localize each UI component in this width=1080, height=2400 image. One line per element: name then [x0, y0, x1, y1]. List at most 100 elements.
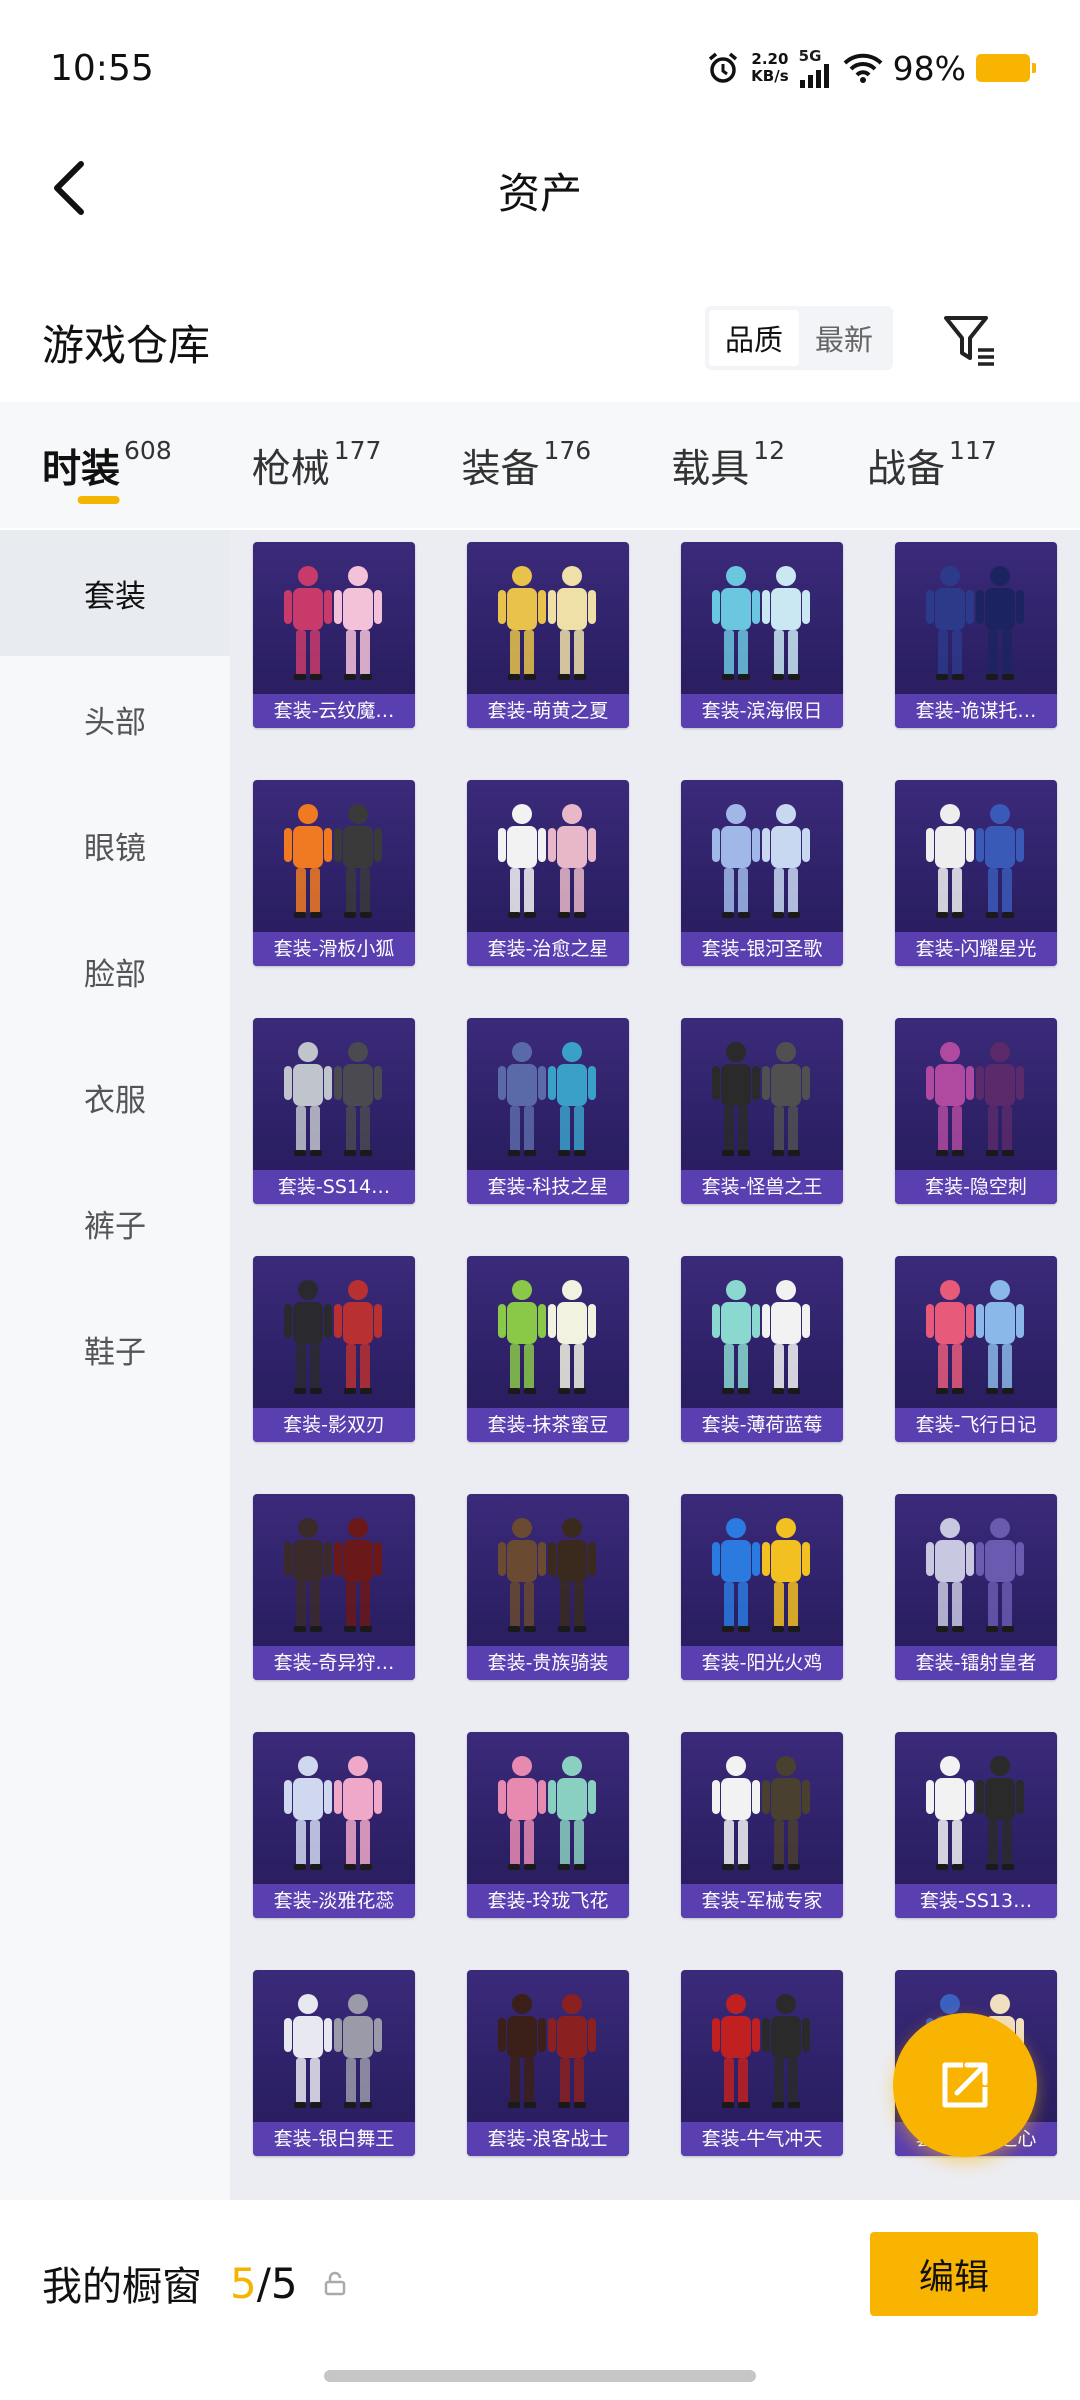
item-card[interactable]: 套装-影双刃 [253, 1256, 415, 1442]
item-card[interactable]: 套装-牛气冲天 [681, 1970, 843, 2156]
item-card[interactable]: 套装-镭射皇者 [895, 1494, 1057, 1680]
sidebar-item-outfit[interactable]: 套装 [0, 530, 230, 656]
sidebar-item-pants[interactable]: 裤子 [0, 1160, 230, 1286]
item-name: 套装-贵族骑装 [467, 1646, 629, 1680]
tab-count: 176 [543, 436, 592, 465]
outfit-preview [284, 1518, 382, 1632]
item-name: 套装-滑板小狐 [253, 932, 415, 966]
tab-fashion[interactable]: 时装 608 [42, 402, 172, 528]
item-card[interactable]: 套装-怪兽之王 [681, 1018, 843, 1204]
item-card[interactable]: 套装-隐空刺 [895, 1018, 1057, 1204]
filter-icon [944, 316, 994, 366]
item-card[interactable]: 套装-贵族骑装 [467, 1494, 629, 1680]
item-card[interactable]: 套装-SS14… [253, 1018, 415, 1204]
filter-button[interactable] [940, 310, 1000, 370]
item-name: 套装-SS14… [253, 1170, 415, 1204]
status-icons: 2.20 KB/s 5G 98% [705, 44, 1036, 92]
net-speed-value: 2.20 [751, 50, 789, 68]
item-name: 套装-闪耀星光 [895, 932, 1057, 966]
item-card[interactable]: 套装-薄荷蓝莓 [681, 1256, 843, 1442]
item-card[interactable]: 套装-银河圣歌 [681, 780, 843, 966]
item-name: 套装-阳光火鸡 [681, 1646, 843, 1680]
share-out-icon [942, 2062, 988, 2108]
item-name: 套装-银白舞王 [253, 2122, 415, 2156]
item-card[interactable]: 套装-淡雅花蕊 [253, 1732, 415, 1918]
item-name: 套装-萌黄之夏 [467, 694, 629, 728]
item-card[interactable]: 套装-诡谋托… [895, 542, 1057, 728]
item-name: 套装-银河圣歌 [681, 932, 843, 966]
tab-label: 战备 [867, 447, 946, 492]
nav-bar: 资产 [0, 140, 1080, 240]
tab-supplies[interactable]: 战备 117 [867, 402, 997, 528]
item-name: 套装-云纹魔… [253, 694, 415, 728]
outfit-preview [498, 1756, 596, 1870]
sidebar-item-head[interactable]: 头部 [0, 656, 230, 782]
item-card[interactable]: 套装-军械专家 [681, 1732, 843, 1918]
tab-label: 时装 [42, 447, 121, 492]
status-bar: 10:55 2.20 KB/s 5G 98% [0, 0, 1080, 140]
showcase-count: 5/5 [230, 2259, 298, 2308]
item-card[interactable]: 套装-浪客战士 [467, 1970, 629, 2156]
outfit-preview [712, 804, 810, 918]
sidebar-item-shoes[interactable]: 鞋子 [0, 1286, 230, 1412]
item-card[interactable]: 套装-银白舞王 [253, 1970, 415, 2156]
status-time: 10:55 [50, 48, 154, 89]
item-card[interactable]: 套装-云纹魔… [253, 542, 415, 728]
item-name: 套装-飞行日记 [895, 1408, 1057, 1442]
outfit-preview [712, 1756, 810, 1870]
outfit-preview [284, 1756, 382, 1870]
item-card[interactable]: 套装-滑板小狐 [253, 780, 415, 966]
item-name: 套装-淡雅花蕊 [253, 1884, 415, 1918]
item-card[interactable]: 套装-玲珑飞花 [467, 1732, 629, 1918]
share-fab[interactable] [893, 2013, 1037, 2157]
outfit-preview [284, 1994, 382, 2108]
item-name: 套装-SS13… [895, 1884, 1057, 1918]
outfit-preview [926, 1756, 1024, 1870]
sidebar-item-glasses[interactable]: 眼镜 [0, 782, 230, 908]
tab-label: 装备 [461, 447, 540, 492]
item-card[interactable]: 套装-奇异狩… [253, 1494, 415, 1680]
net-speed: 2.20 KB/s [751, 51, 788, 85]
item-card[interactable]: 套装-阳光火鸡 [681, 1494, 843, 1680]
tab-vehicles[interactable]: 载具 12 [671, 402, 785, 528]
item-name: 套装-薄荷蓝莓 [681, 1408, 843, 1442]
showcase-count-current: 5 [230, 2258, 257, 2308]
home-indicator[interactable] [324, 2370, 756, 2382]
signal-bars-icon [799, 63, 829, 88]
tab-guns[interactable]: 枪械 177 [252, 402, 382, 528]
outfit-preview [712, 1280, 810, 1394]
showcase-info: 我的橱窗 5/5 [42, 2254, 346, 2312]
tab-count: 177 [333, 436, 382, 465]
sort-quality-button[interactable]: 品质 [709, 310, 799, 366]
showcase-count-total: 5 [270, 2258, 298, 2308]
outfit-preview [284, 1280, 382, 1394]
item-card[interactable]: 套装-飞行日记 [895, 1256, 1057, 1442]
item-name: 套装-镭射皇者 [895, 1646, 1057, 1680]
outfit-preview [926, 1518, 1024, 1632]
item-card[interactable]: 套装-治愈之星 [467, 780, 629, 966]
item-card[interactable]: 套装-滨海假日 [681, 542, 843, 728]
tab-count: 117 [949, 436, 997, 465]
tab-equipment[interactable]: 装备 176 [461, 402, 591, 528]
item-card[interactable]: 套装-闪耀星光 [895, 780, 1057, 966]
battery-percent: 98% [892, 48, 966, 88]
sidebar-item-face[interactable]: 脸部 [0, 908, 230, 1034]
item-card[interactable]: 套装-SS13… [895, 1732, 1057, 1918]
tab-label: 枪械 [251, 447, 330, 492]
sidebar-item-clothes[interactable]: 衣服 [0, 1034, 230, 1160]
category-tabs: 时装 608 枪械 177 装备 176 载具 12 战备 117 [0, 402, 1080, 528]
item-card[interactable]: 套装-科技之星 [467, 1018, 629, 1204]
item-name: 套装-军械专家 [681, 1884, 843, 1918]
net-speed-unit: KB/s [751, 67, 789, 85]
item-name: 套装-牛气冲天 [681, 2122, 843, 2156]
item-name: 套装-科技之星 [467, 1170, 629, 1204]
network-type: 5G [798, 46, 822, 65]
item-card[interactable]: 套装-萌黄之夏 [467, 542, 629, 728]
active-tab-indicator [77, 496, 120, 504]
item-name: 套装-滨海假日 [681, 694, 843, 728]
edit-button[interactable]: 编辑 [870, 2232, 1038, 2316]
wifi-icon [843, 53, 883, 83]
outfit-preview [926, 1042, 1024, 1156]
item-card[interactable]: 套装-抹茶蜜豆 [467, 1256, 629, 1442]
sort-newest-button[interactable]: 最新 [799, 310, 889, 366]
